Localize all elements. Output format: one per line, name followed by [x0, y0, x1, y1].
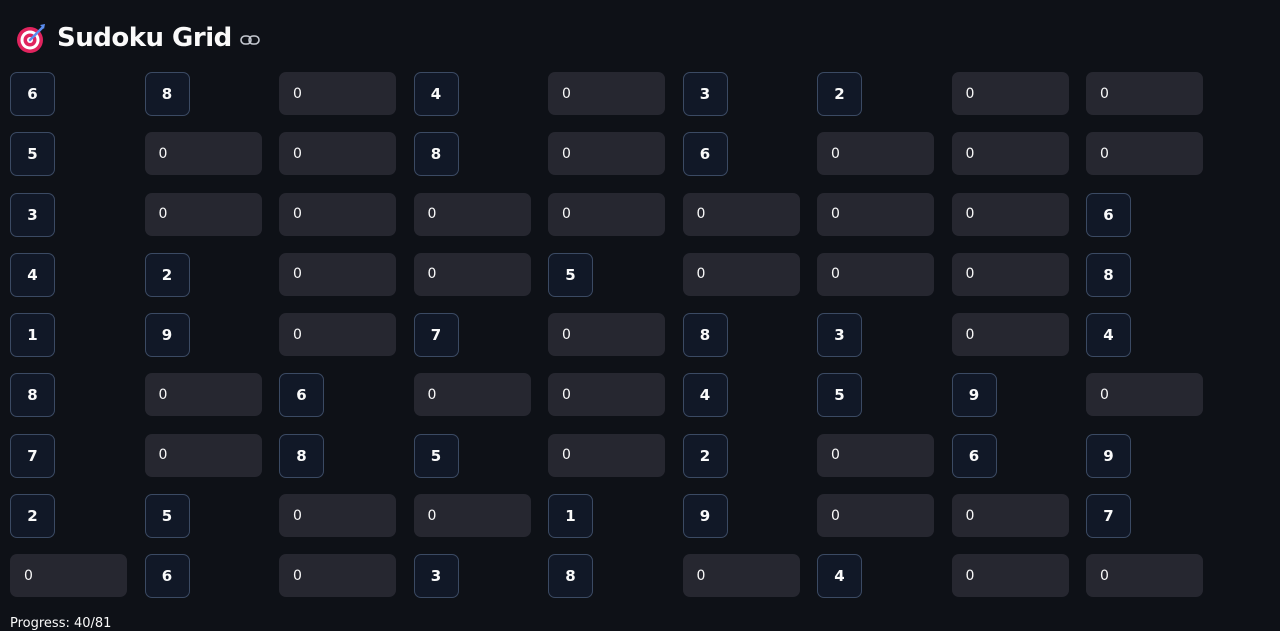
sudoku-given-cell[interactable]: 3 — [682, 72, 728, 116]
sudoku-input-cell[interactable]: 0 — [1086, 72, 1203, 115]
sudoku-given-cell[interactable]: 9 — [1086, 433, 1131, 478]
progress-text: Progress: 40/81 — [10, 616, 112, 631]
sudoku-input-cell[interactable]: 0 — [548, 132, 665, 176]
sudoku-given-cell[interactable]: 7 — [10, 433, 55, 478]
sudoku-grid: 6804032005008060003000000064200500081907… — [10, 72, 1204, 599]
sudoku-given-cell[interactable]: 8 — [682, 313, 728, 358]
sudoku-input-cell[interactable]: 0 — [144, 192, 262, 236]
sudoku-input-cell[interactable]: 0 — [817, 494, 934, 538]
sudoku-input-cell[interactable]: 0 — [817, 192, 934, 236]
sudoku-input-cell[interactable]: 0 — [144, 132, 262, 176]
sudoku-input-cell[interactable]: 0 — [1086, 132, 1203, 176]
sudoku-input-cell[interactable]: 0 — [279, 494, 396, 538]
sudoku-given-cell[interactable]: 8 — [279, 433, 324, 478]
sudoku-given-cell[interactable]: 5 — [817, 373, 862, 418]
sudoku-given-cell[interactable]: 9 — [144, 313, 190, 358]
sudoku-given-cell[interactable]: 5 — [10, 132, 55, 177]
sudoku-input-cell[interactable]: 0 — [548, 433, 665, 477]
sudoku-input-cell[interactable]: 0 — [548, 192, 665, 236]
sudoku-given-cell[interactable]: 7 — [413, 313, 459, 358]
sudoku-input-cell[interactable]: 0 — [279, 132, 396, 176]
sudoku-input-cell[interactable]: 0 — [279, 313, 396, 357]
sudoku-given-cell[interactable]: 8 — [10, 373, 55, 418]
sudoku-given-cell[interactable]: 1 — [548, 494, 593, 539]
sudoku-given-cell[interactable]: 9 — [682, 494, 728, 539]
sudoku-given-cell[interactable]: 3 — [10, 192, 55, 237]
sudoku-given-cell[interactable]: 5 — [413, 433, 459, 478]
sudoku-given-cell[interactable]: 8 — [413, 132, 459, 177]
sudoku-given-cell[interactable]: 2 — [144, 252, 190, 297]
sudoku-input-cell[interactable]: 0 — [951, 554, 1069, 598]
sudoku-input-cell[interactable]: 0 — [682, 252, 800, 296]
sudoku-given-cell[interactable]: 2 — [682, 433, 728, 478]
sudoku-given-cell[interactable]: 4 — [682, 373, 728, 418]
sudoku-given-cell[interactable]: 6 — [682, 132, 728, 177]
sudoku-input-cell[interactable]: 0 — [682, 554, 800, 598]
sudoku-input-cell[interactable]: 0 — [817, 252, 934, 296]
sudoku-input-cell[interactable]: 0 — [548, 313, 665, 357]
sudoku-input-cell[interactable]: 0 — [413, 192, 531, 236]
sudoku-given-cell[interactable]: 6 — [144, 554, 190, 599]
sudoku-given-cell[interactable]: 9 — [951, 373, 997, 418]
sudoku-given-cell[interactable]: 4 — [10, 252, 55, 297]
sudoku-given-cell[interactable]: 8 — [144, 72, 190, 116]
sudoku-input-cell[interactable]: 0 — [279, 252, 396, 296]
sudoku-input-cell[interactable]: 0 — [548, 373, 665, 417]
sudoku-given-cell[interactable]: 5 — [548, 252, 593, 297]
sudoku-given-cell[interactable]: 8 — [548, 554, 593, 599]
sudoku-input-cell[interactable]: 0 — [1086, 373, 1203, 417]
page-title: Sudoku Grid — [57, 23, 232, 53]
sudoku-given-cell[interactable]: 5 — [144, 494, 190, 539]
link-icon[interactable] — [239, 34, 260, 46]
sudoku-input-cell[interactable]: 0 — [817, 132, 934, 176]
sudoku-input-cell[interactable]: 0 — [413, 494, 531, 538]
sudoku-input-cell[interactable]: 0 — [951, 313, 1069, 357]
sudoku-given-cell[interactable]: 6 — [10, 72, 55, 116]
sudoku-given-cell[interactable]: 3 — [817, 313, 862, 358]
sudoku-given-cell[interactable]: 4 — [817, 554, 862, 599]
sudoku-input-cell[interactable]: 0 — [1086, 554, 1203, 598]
sudoku-given-cell[interactable]: 1 — [10, 313, 55, 358]
sudoku-input-cell[interactable]: 0 — [144, 433, 262, 477]
sudoku-input-cell[interactable]: 0 — [279, 554, 396, 598]
sudoku-given-cell[interactable]: 6 — [1086, 192, 1131, 237]
sudoku-input-cell[interactable]: 0 — [951, 192, 1069, 236]
page-header: Sudoku Grid — [14, 18, 260, 58]
sudoku-input-cell[interactable]: 0 — [682, 192, 800, 236]
sudoku-given-cell[interactable]: 2 — [10, 494, 55, 539]
target-dart-icon — [17, 24, 45, 53]
sudoku-input-cell[interactable]: 0 — [10, 554, 127, 598]
sudoku-input-cell[interactable]: 0 — [951, 72, 1069, 115]
sudoku-input-cell[interactable]: 0 — [413, 373, 531, 417]
sudoku-input-cell[interactable]: 0 — [951, 252, 1069, 296]
sudoku-given-cell[interactable]: 3 — [413, 554, 459, 599]
sudoku-input-cell[interactable]: 0 — [279, 72, 396, 115]
sudoku-given-cell[interactable]: 6 — [279, 373, 324, 418]
sudoku-given-cell[interactable]: 8 — [1086, 252, 1131, 297]
sudoku-given-cell[interactable]: 4 — [413, 72, 459, 116]
sudoku-given-cell[interactable]: 4 — [1086, 313, 1131, 358]
sudoku-given-cell[interactable]: 6 — [951, 433, 997, 478]
sudoku-input-cell[interactable]: 0 — [817, 433, 934, 477]
sudoku-input-cell[interactable]: 0 — [144, 373, 262, 417]
sudoku-input-cell[interactable]: 0 — [951, 494, 1069, 538]
sudoku-input-cell[interactable]: 0 — [548, 72, 665, 115]
sudoku-given-cell[interactable]: 2 — [817, 72, 862, 116]
sudoku-input-cell[interactable]: 0 — [951, 132, 1069, 176]
sudoku-input-cell[interactable]: 0 — [279, 192, 396, 236]
sudoku-input-cell[interactable]: 0 — [413, 252, 531, 296]
sudoku-given-cell[interactable]: 7 — [1086, 494, 1131, 539]
